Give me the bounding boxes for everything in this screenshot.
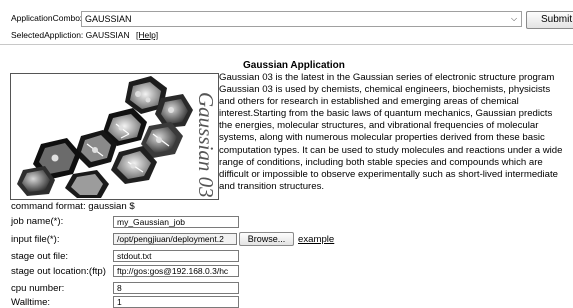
stage-out-location-label: stage out location:(ftp) (11, 266, 106, 277)
application-combobox[interactable]: GAUSSIAN ⌵ (81, 11, 522, 27)
submit-button[interactable]: Submit (526, 11, 573, 29)
logo-text: Gaussian 03 (194, 92, 218, 198)
application-description: Gaussian 03 is the latest in the Gaussia… (219, 72, 563, 192)
cpu-number-label: cpu number: (11, 283, 65, 294)
application-combobox-value: GAUSSIAN (85, 14, 132, 24)
job-name-label: job name(*): (11, 216, 64, 227)
gaussian-logo-image: Gaussian 03 (10, 73, 219, 200)
help-link[interactable]: [Help] (136, 30, 158, 40)
browse-button[interactable]: Browse... (239, 232, 294, 246)
selected-application-text: SelectedAppliction: GAUSSIAN (11, 30, 130, 40)
application-title: Gaussian Application (243, 60, 345, 71)
chevron-down-icon[interactable]: ⌵ (509, 14, 519, 24)
cpu-number-field[interactable]: 8 (113, 282, 239, 294)
selected-application-line: SelectedAppliction: GAUSSIAN [Help] (11, 30, 158, 40)
stage-out-location-field[interactable]: ftp://gos:gos@192.168.0.3/hc (113, 265, 239, 277)
input-file-label: input file(*): (11, 234, 60, 245)
application-combobox-label: ApplicationCombox: (11, 13, 87, 23)
molecule-collage-icon: Gaussian 03 (17, 76, 218, 198)
job-name-field[interactable]: my_Gaussian_job (113, 216, 239, 228)
walltime-field[interactable]: 1 (113, 296, 239, 308)
divider (0, 44, 573, 45)
command-format-text: command format: gaussian $ (11, 201, 135, 212)
example-link[interactable]: example (298, 234, 334, 245)
input-file-field[interactable]: /opt/pengjiuan/deployment.2 (113, 233, 237, 245)
stage-out-file-label: stage out file: (11, 251, 69, 262)
stage-out-file-field[interactable]: stdout.txt (113, 250, 239, 262)
walltime-label: Walltime: (11, 297, 51, 308)
